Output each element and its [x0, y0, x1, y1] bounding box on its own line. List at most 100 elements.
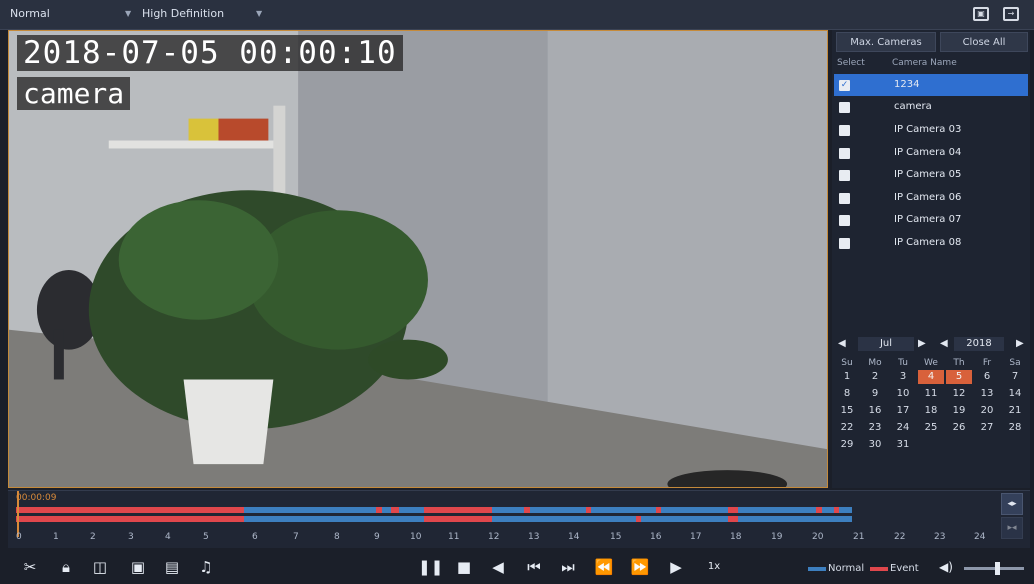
- calendar-day[interactable]: 25: [918, 421, 944, 435]
- chevron-down-icon: ▼: [256, 9, 263, 18]
- snapshot-icon[interactable]: ▣: [128, 557, 148, 577]
- quality-dropdown[interactable]: High Definition ▼: [142, 7, 262, 20]
- hour-tick-label: 16: [650, 532, 662, 542]
- step-back-icon[interactable]: ⏮: [524, 557, 544, 577]
- hour-tick-label: 15: [610, 532, 622, 542]
- playback-cursor[interactable]: [17, 491, 19, 537]
- calendar-day[interactable]: 10: [890, 387, 916, 401]
- pause-icon[interactable]: ❚❚: [418, 557, 443, 577]
- camera-row-1234[interactable]: ✓ 1234: [834, 74, 1028, 96]
- stream-mode-dropdown[interactable]: Normal ▼: [10, 7, 131, 20]
- camera-checkbox[interactable]: [839, 193, 850, 204]
- calendar-day[interactable]: 7: [1002, 370, 1028, 384]
- camera-checkbox[interactable]: [839, 102, 850, 113]
- prev-year-icon[interactable]: ◀: [940, 338, 948, 349]
- volume-slider[interactable]: [964, 562, 1024, 575]
- tag-icon[interactable]: ◫: [90, 557, 110, 577]
- calendar-day[interactable]: 19: [946, 404, 972, 418]
- event-segment: [636, 516, 641, 522]
- camera-row-camera[interactable]: camera: [834, 96, 1028, 118]
- camera-row-ip-camera-07[interactable]: IP Camera 07: [834, 209, 1028, 231]
- calendar-day[interactable]: 5: [946, 370, 972, 384]
- camera-row-ip-camera-08[interactable]: IP Camera 08: [834, 232, 1028, 254]
- calendar-day[interactable]: 13: [974, 387, 1000, 401]
- calendar-day[interactable]: 9: [862, 387, 888, 401]
- lock-icon[interactable]: 🔒︎: [56, 557, 76, 577]
- fullscreen-icon[interactable]: ▣: [973, 7, 989, 21]
- weekday-label: Fr: [982, 358, 992, 368]
- camera-name-overlay: camera: [17, 77, 131, 110]
- calendar-day[interactable]: 8: [834, 387, 860, 401]
- video-viewport[interactable]: 2018-07-05 00:00:10 camera: [8, 30, 828, 488]
- speed-up-icon[interactable]: ⏩: [630, 557, 650, 577]
- calendar-day[interactable]: 18: [918, 404, 944, 418]
- event-segment: [424, 507, 492, 513]
- calendar-day[interactable]: 12: [946, 387, 972, 401]
- calendar-day[interactable]: 2: [862, 370, 888, 384]
- camera-checkbox[interactable]: [839, 125, 850, 136]
- calendar-day[interactable]: 26: [946, 421, 972, 435]
- calendar-day[interactable]: 31: [890, 438, 916, 452]
- camera-checkbox[interactable]: [839, 148, 850, 159]
- camera-checkbox[interactable]: [839, 170, 850, 181]
- slow-down-icon[interactable]: ⏪: [594, 557, 614, 577]
- calendar-day[interactable]: 1: [834, 370, 860, 384]
- timeline-panel[interactable]: 00:00:09 0 1 2 3 4 5 6 7 8 9 10 11 12 13…: [8, 490, 1030, 548]
- camera-row-ip-camera-04[interactable]: IP Camera 04: [834, 142, 1028, 164]
- playback-controls: ✂ 🔒︎ ◫ ▣ ▤ ♫ ❚❚ ■ ◀ ⏮ ⏭ ⏪ ⏩ ▶ 1x Normal …: [0, 550, 1034, 584]
- calendar-day[interactable]: 21: [1002, 404, 1028, 418]
- volume-icon[interactable]: ◀): [936, 557, 956, 577]
- calendar-day[interactable]: 29: [834, 438, 860, 452]
- camera-row-ip-camera-03[interactable]: IP Camera 03: [834, 119, 1028, 141]
- max-cameras-button[interactable]: Max. Cameras: [836, 32, 936, 52]
- event-segment: [524, 507, 530, 513]
- event-segment: [16, 516, 244, 522]
- camera-row-ip-camera-05[interactable]: IP Camera 05: [834, 164, 1028, 186]
- camera-name: IP Camera 05: [894, 169, 962, 180]
- zoom-out-button[interactable]: ▸◂: [1001, 517, 1023, 539]
- calendar-day[interactable]: 28: [1002, 421, 1028, 435]
- calendar-day[interactable]: 3: [890, 370, 916, 384]
- event-segment: [728, 507, 738, 513]
- calendar-day[interactable]: 6: [974, 370, 1000, 384]
- calendar-day[interactable]: 20: [974, 404, 1000, 418]
- camera-checkbox[interactable]: [839, 215, 850, 226]
- camera-name: IP Camera 04: [894, 147, 962, 158]
- volume-slider-knob[interactable]: [995, 562, 1000, 575]
- timestamp-overlay: 2018-07-05 00:00:10: [17, 35, 403, 71]
- calendar-day[interactable]: 30: [862, 438, 888, 452]
- clip-icon[interactable]: ✂: [20, 557, 40, 577]
- audio-icon[interactable]: ♫: [196, 557, 216, 577]
- close-all-button[interactable]: Close All: [940, 32, 1028, 52]
- hour-tick-label: 4: [165, 532, 171, 542]
- next-frame-icon[interactable]: ▶: [666, 557, 686, 577]
- calendar-day[interactable]: 14: [1002, 387, 1028, 401]
- camera-checkbox[interactable]: [839, 238, 850, 249]
- calendar-day[interactable]: 23: [862, 421, 888, 435]
- camera-name-column-header: Camera Name: [892, 58, 957, 68]
- calendar-day[interactable]: 4: [918, 370, 944, 384]
- zoom-in-button[interactable]: ◂▸: [1001, 493, 1023, 515]
- event-legend-label: Event: [890, 563, 919, 574]
- calendar-day[interactable]: 27: [974, 421, 1000, 435]
- save-icon[interactable]: ▤: [162, 557, 182, 577]
- stop-icon[interactable]: ■: [454, 557, 474, 577]
- calendar-day[interactable]: 11: [918, 387, 944, 401]
- stream-mode-value: Normal: [10, 7, 50, 20]
- calendar-day[interactable]: 16: [862, 404, 888, 418]
- calendar-day[interactable]: 22: [834, 421, 860, 435]
- playback-window: Normal ▼ High Definition ▼ ▣ → 2018-07-0…: [0, 0, 1034, 584]
- event-segment: [376, 507, 382, 513]
- prev-month-icon[interactable]: ◀: [838, 338, 846, 349]
- calendar-day[interactable]: 15: [834, 404, 860, 418]
- step-forward-icon[interactable]: ⏭: [558, 557, 578, 577]
- calendar-day[interactable]: 24: [890, 421, 916, 435]
- next-month-icon[interactable]: ▶: [918, 338, 926, 349]
- calendar-day[interactable]: 17: [890, 404, 916, 418]
- camera-row-ip-camera-06[interactable]: IP Camera 06: [834, 187, 1028, 209]
- next-year-icon[interactable]: ▶: [1016, 338, 1024, 349]
- year-value: 2018: [954, 337, 1004, 351]
- camera-checkbox[interactable]: ✓: [839, 80, 850, 91]
- reverse-play-icon[interactable]: ◀: [488, 557, 508, 577]
- exit-icon[interactable]: →: [1003, 7, 1019, 21]
